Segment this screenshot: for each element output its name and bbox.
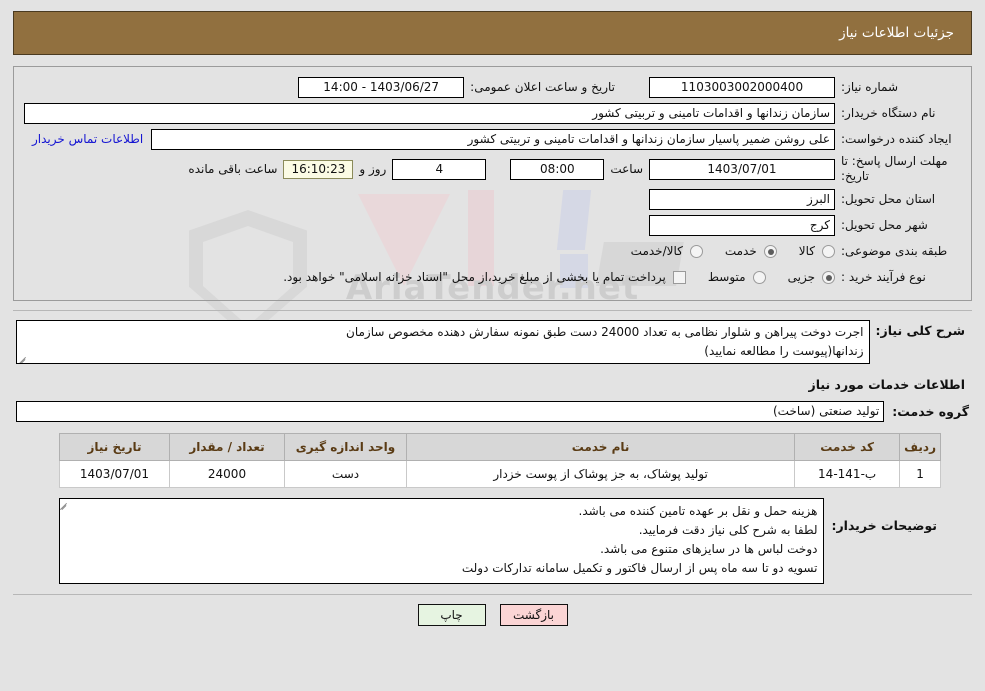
category-option-label: کالا/خدمت: [630, 244, 683, 258]
table-header-row: ردیف کد خدمت نام خدمت واحد اندازه گیری ت…: [59, 433, 941, 461]
category-label: طبقه بندی موضوعی:: [841, 244, 948, 258]
buyer-notes-textarea[interactable]: هزینه حمل و نقل بر عهده تامین کننده می ب…: [59, 498, 825, 584]
radio-icon[interactable]: [689, 244, 703, 258]
province-value: البرز: [649, 188, 835, 210]
cell-name: تولید پوشاک، به جز پوشاک از پوست خزدار: [405, 460, 796, 488]
col-header-unit: واحد اندازه گیری: [284, 433, 407, 461]
buyer-note-line: تسویه دو تا سه ماه پس از ارسال فاکتور و …: [461, 561, 818, 575]
services-table: ردیف کد خدمت نام خدمت واحد اندازه گیری ت…: [59, 433, 941, 488]
city-value: کرج: [649, 214, 835, 236]
remaining-suffix-label: ساعت باقی مانده: [188, 162, 278, 176]
purchase-type-option-label: متوسط: [707, 270, 746, 284]
footer-actions: بازگشت چاپ: [13, 594, 972, 626]
resize-grip-icon[interactable]: [18, 353, 28, 363]
buyer-note-line: هزینه حمل و نقل بر عهده تامین کننده می ب…: [578, 504, 818, 518]
row-requester: ایجاد کننده درخواست: علی روشن ضمیر پاسیا…: [24, 128, 961, 150]
need-info-panel: شماره نیاز: 1103003002000400 تاریخ و ساع…: [13, 66, 972, 301]
buyer-notes-label: توضیحات خریدار:: [831, 518, 937, 533]
row-purchase-type: نوع فرآیند خرید : جزیی متوسط پرداخت تمام…: [24, 266, 961, 288]
row-deadline: مهلت ارسال پاسخ: تا تاریخ: 1403/07/01 سا…: [24, 154, 961, 184]
category-radio-group: کالا خدمت کالا/خدمت: [609, 244, 835, 258]
buyer-note-line: لطفا به شرح کلی نیاز دقت فرمایید.: [638, 523, 818, 537]
remaining-countdown-clock: 16:10:23: [283, 159, 354, 179]
col-header-date: تاریخ نیاز: [59, 433, 170, 461]
row-city: شهر محل تحویل: کرج: [24, 214, 961, 236]
description-line: اجرت دوخت پیراهن و شلوار نظامی به تعداد …: [346, 325, 864, 339]
category-option-label: کالا: [798, 244, 815, 258]
description-label: شرح کلی نیاز:: [875, 323, 965, 338]
buyer-note-line: دوخت لباس ها در سایزهای متنوع می باشد.: [600, 542, 818, 556]
page-root: AriaTender.net جزئیات اطلاعات نیاز شماره…: [0, 0, 985, 691]
buyer-org-value: سازمان زندانها و اقدامات تامینی و تربیتی…: [24, 102, 835, 124]
col-header-radif: ردیف: [899, 433, 941, 461]
deadline-time-label: ساعت: [610, 162, 643, 176]
radio-icon[interactable]: [822, 270, 835, 284]
row-province: استان محل تحویل: البرز: [24, 188, 961, 210]
row-buyer-notes: توضیحات خریدار: هزینه حمل و نقل بر عهده …: [13, 488, 972, 584]
col-header-quantity: تعداد / مقدار: [169, 433, 285, 461]
deadline-time-value: 08:00: [510, 158, 605, 180]
purchase-type-option-label: جزیی: [787, 270, 815, 284]
public-announce-label: تاریخ و ساعت اعلان عمومی:: [470, 80, 615, 94]
deadline-label: مهلت ارسال پاسخ: تا تاریخ:: [841, 154, 948, 183]
radio-icon[interactable]: [763, 244, 777, 258]
remaining-days-value: 4: [392, 158, 487, 180]
category-option-khedmat[interactable]: خدمت: [725, 244, 777, 258]
need-number-label: شماره نیاز:: [841, 80, 898, 94]
need-number-value: 1103003002000400: [649, 76, 835, 98]
category-option-label: خدمت: [724, 244, 757, 258]
col-header-name: نام خدمت: [405, 433, 796, 461]
province-label: استان محل تحویل:: [841, 192, 936, 206]
public-announce-value: 1403/06/27 - 14:00: [298, 76, 465, 98]
purchase-type-option-jozei[interactable]: جزیی: [788, 270, 835, 284]
cell-code: ب-141-14: [794, 460, 901, 488]
description-textarea[interactable]: اجرت دوخت پیراهن و شلوار نظامی به تعداد …: [16, 320, 870, 364]
cell-quantity: 24000: [169, 460, 285, 488]
purchase-type-label: نوع فرآیند خرید :: [841, 270, 926, 284]
radio-icon[interactable]: [752, 270, 766, 284]
back-button[interactable]: بازگشت: [499, 604, 568, 626]
services-table-wrap: ردیف کد خدمت نام خدمت واحد اندازه گیری ت…: [13, 433, 972, 488]
service-group-value: تولید صنعتی (ساخت): [16, 401, 885, 422]
print-button[interactable]: چاپ: [417, 604, 486, 626]
treasury-bond-label: پرداخت تمام یا بخشی از مبلغ خرید،از محل …: [283, 270, 666, 284]
row-need-number: شماره نیاز: 1103003002000400 تاریخ و ساع…: [24, 76, 961, 98]
cell-unit: دست: [284, 460, 407, 488]
purchase-type-radio-group: جزیی متوسط: [686, 270, 835, 284]
row-category: طبقه بندی موضوعی: کالا خدمت کالا/خدمت: [24, 240, 961, 262]
col-header-code: کد خدمت: [794, 433, 901, 461]
purchase-type-option-motavaset[interactable]: متوسط: [708, 270, 766, 284]
city-label: شهر محل تحویل:: [841, 218, 928, 232]
buyer-org-label: نام دستگاه خریدار:: [841, 106, 936, 120]
description-line: زندانها(پیوست را مطالعه نمایید): [704, 344, 864, 358]
requester-label: ایجاد کننده درخواست:: [841, 132, 952, 146]
row-description: شرح کلی نیاز: اجرت دوخت پیراهن و شلوار ن…: [13, 320, 972, 364]
buyer-contact-link[interactable]: اطلاعات تماس خریدار: [24, 132, 151, 146]
row-service-group: گروه خدمت: تولید صنعتی (ساخت): [13, 401, 972, 422]
cell-radif: 1: [899, 460, 941, 488]
treasury-bond-checkbox[interactable]: [672, 270, 686, 284]
category-option-kala-khedmat[interactable]: کالا/خدمت: [631, 244, 703, 258]
cell-date: 1403/07/01: [59, 460, 170, 488]
deadline-date-value: 1403/07/01: [649, 158, 835, 180]
requester-value: علی روشن ضمیر پاسیار سازمان زندانها و اق…: [151, 128, 835, 150]
description-band: شرح کلی نیاز: اجرت دوخت پیراهن و شلوار ن…: [13, 310, 972, 584]
radio-icon[interactable]: [822, 244, 835, 258]
table-row: 1 ب-141-14 تولید پوشاک، به جز پوشاک از پ…: [59, 460, 941, 488]
page-title: جزئیات اطلاعات نیاز: [839, 25, 954, 41]
page-header: جزئیات اطلاعات نیاز: [13, 11, 972, 55]
service-group-label: گروه خدمت:: [892, 404, 969, 419]
services-section-heading: اطلاعات خدمات مورد نیاز: [808, 377, 966, 392]
row-buyer-org: نام دستگاه خریدار: سازمان زندانها و اقدا…: [24, 102, 961, 124]
remaining-days-label: روز و: [359, 162, 387, 176]
category-option-kala[interactable]: کالا: [799, 244, 835, 258]
